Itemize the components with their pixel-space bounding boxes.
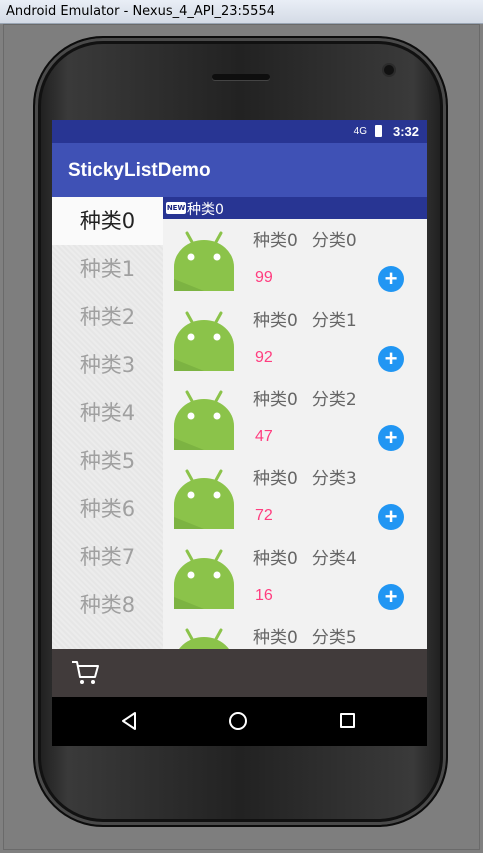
product-list: 种类0 分类0 99 + 种类0 分类1 92 + 种类0 分类2 47 + 种… — [163, 197, 427, 649]
add-button[interactable]: + — [378, 425, 404, 451]
item-name: 种类0 分类5 — [253, 628, 357, 648]
add-button[interactable]: + — [378, 504, 404, 530]
android-icon — [174, 549, 234, 609]
app-title: StickyListDemo — [68, 160, 211, 181]
menu-item-4[interactable]: 种类4 — [52, 389, 163, 437]
item-sales: 99 — [255, 269, 273, 286]
item-name: 种类0 分类4 — [253, 549, 357, 569]
window-title: Android Emulator - Nexus_4_API_23:5554 — [0, 0, 483, 24]
menu-item-0[interactable]: 种类0 — [52, 197, 163, 245]
add-button[interactable]: + — [378, 584, 404, 610]
android-icon — [179, 628, 229, 649]
item-name: 种类0 分类2 — [253, 390, 357, 410]
menu-item-1[interactable]: 种类1 — [52, 245, 163, 293]
item-name: 种类0 分类3 — [253, 469, 357, 489]
android-nav-bar — [52, 697, 427, 746]
recent-apps-square-icon[interactable] — [340, 713, 355, 728]
new-badge-icon: NEW — [166, 202, 186, 214]
list-item[interactable]: 种类0 分类2 47 + — [163, 378, 427, 458]
item-sales: 16 — [255, 587, 273, 604]
speaker-grill — [212, 74, 270, 80]
item-sales: 72 — [255, 507, 273, 524]
list-item[interactable]: 种类0 分类4 16 + — [163, 537, 427, 617]
status-bar: 4G 3:32 — [52, 120, 427, 143]
android-icon — [174, 469, 234, 529]
list-item[interactable]: 种类0 分类5 — [163, 616, 427, 649]
category-menu: 种类0 种类1 种类2 种类3 种类4 种类5 种类6 种类7 种类8 — [52, 197, 163, 649]
menu-item-8[interactable]: 种类8 — [52, 581, 163, 629]
item-name: 种类0 分类1 — [253, 311, 357, 331]
status-clock: 3:32 — [392, 124, 419, 139]
menu-item-7[interactable]: 种类7 — [52, 533, 163, 581]
menu-item-6[interactable]: 种类6 — [52, 485, 163, 533]
cart-bar — [52, 649, 427, 697]
menu-item-2[interactable]: 种类2 — [52, 293, 163, 341]
signal-icon: 4G — [353, 126, 367, 137]
list-item[interactable]: 种类0 分类1 92 + — [163, 299, 427, 379]
device-screen: 4G 3:32 StickyListDemo 种类0 种类1 种类2 种类3 种… — [52, 120, 427, 746]
app-toolbar: StickyListDemo — [52, 143, 427, 197]
add-button[interactable]: + — [378, 346, 404, 372]
item-sales: 47 — [255, 428, 273, 445]
android-icon — [174, 231, 234, 291]
sticky-header: NEW 种类0 — [163, 197, 427, 219]
list-item[interactable]: 种类0 分类0 99 + — [163, 219, 427, 299]
back-triangle-icon[interactable] — [120, 711, 140, 731]
android-icon — [174, 390, 234, 450]
home-circle-icon[interactable] — [229, 712, 247, 730]
shopping-cart-icon[interactable] — [70, 659, 100, 687]
item-name: 种类0 分类0 — [253, 231, 357, 251]
add-button[interactable]: + — [378, 266, 404, 292]
menu-item-5[interactable]: 种类5 — [52, 437, 163, 485]
battery-icon — [375, 125, 382, 137]
camera-icon — [382, 63, 396, 77]
list-item[interactable]: 种类0 分类3 72 + — [163, 457, 427, 537]
sticky-header-label: 种类0 — [187, 202, 224, 218]
item-sales: 92 — [255, 349, 273, 366]
menu-item-3[interactable]: 种类3 — [52, 341, 163, 389]
android-icon — [174, 311, 234, 371]
